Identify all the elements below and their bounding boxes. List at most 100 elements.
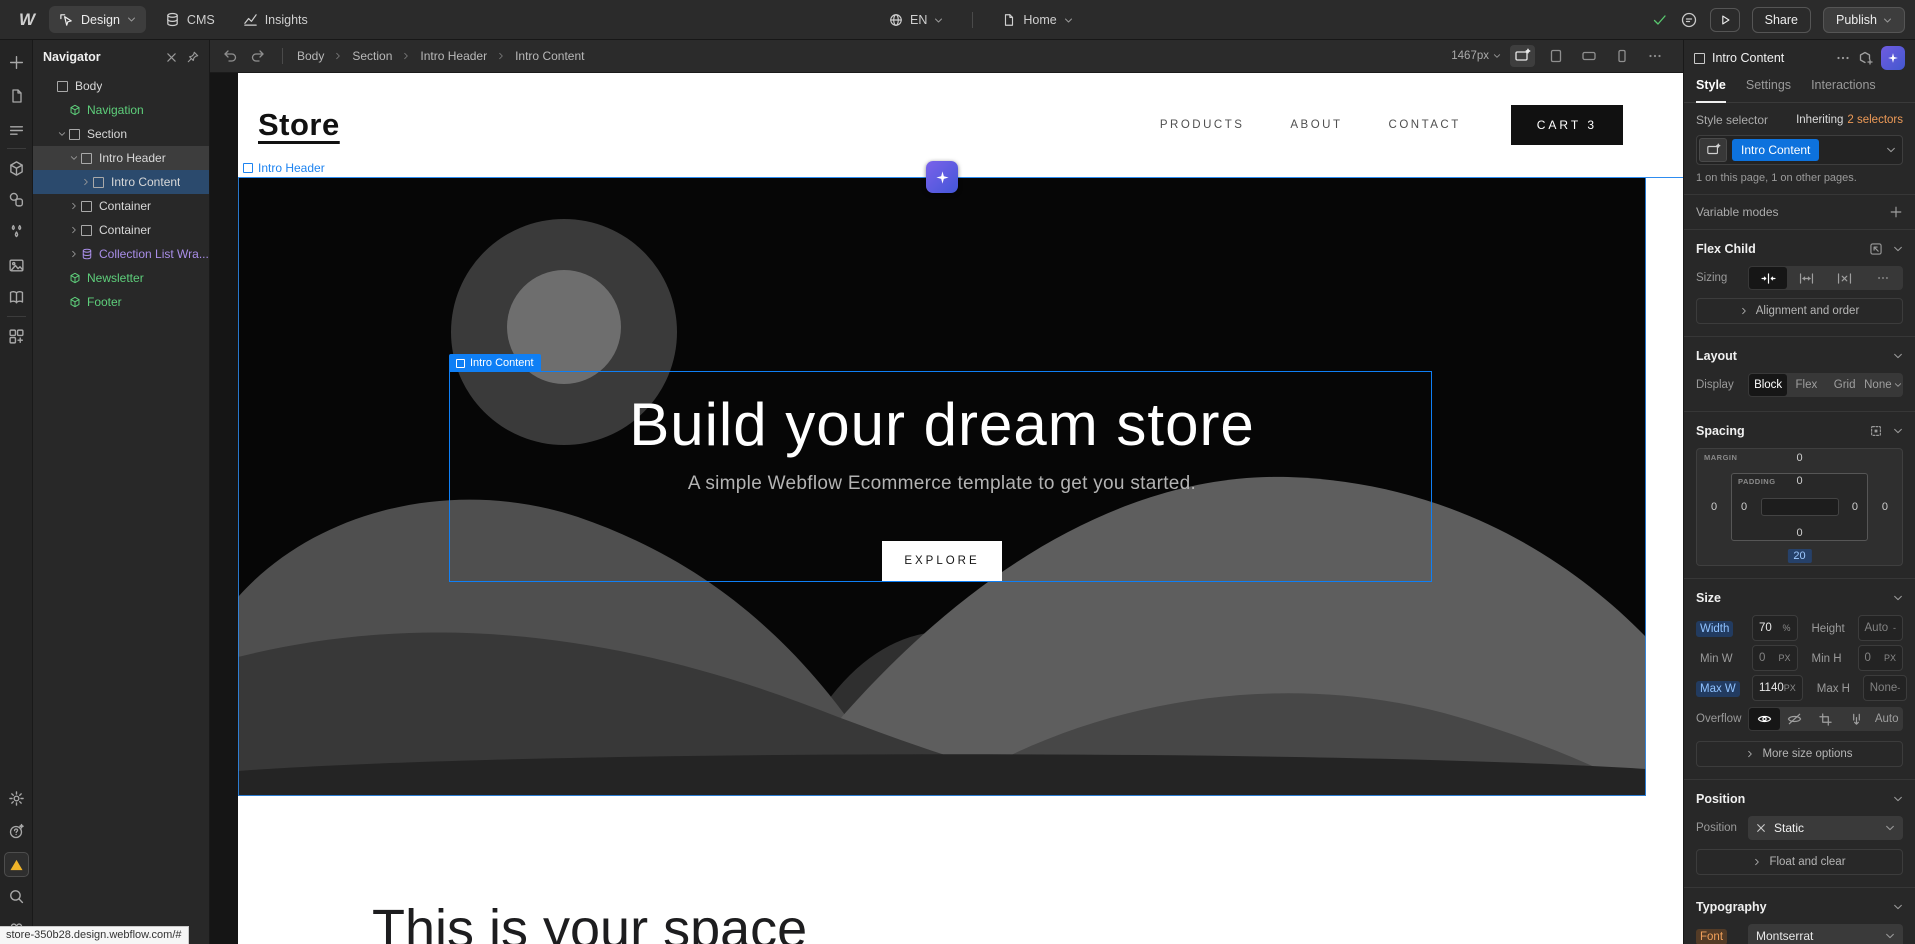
breakpoint-tablet-icon[interactable] bbox=[1544, 45, 1568, 67]
clear-x-icon[interactable] bbox=[1756, 823, 1766, 833]
chevron-down-icon[interactable] bbox=[1893, 351, 1903, 361]
navigator-item-intro-content[interactable]: Intro Content bbox=[33, 170, 209, 194]
position-dropdown[interactable]: Static bbox=[1748, 816, 1903, 840]
next-section-heading[interactable]: This is your space bbox=[372, 898, 807, 944]
chevron-right-icon[interactable] bbox=[67, 202, 81, 210]
chevron-down-icon[interactable] bbox=[1893, 244, 1903, 254]
publish-button[interactable]: Publish bbox=[1823, 7, 1905, 33]
chevron-right-icon[interactable] bbox=[67, 250, 81, 258]
min-width-label[interactable]: Min W bbox=[1696, 649, 1748, 667]
height-label[interactable]: Height bbox=[1802, 619, 1854, 637]
navigator-panel-icon[interactable] bbox=[0, 122, 33, 139]
variables-drops-icon[interactable] bbox=[0, 223, 33, 240]
undo-icon[interactable] bbox=[222, 48, 238, 64]
sizing-none-icon[interactable] bbox=[1826, 267, 1864, 289]
min-height-label[interactable]: Min H bbox=[1802, 649, 1854, 667]
navigator-item-section[interactable]: Section bbox=[33, 122, 209, 146]
display-flex-option[interactable]: Flex bbox=[1787, 374, 1825, 396]
style-selector-field[interactable]: Intro Content bbox=[1696, 135, 1903, 165]
flex-child-align-icon[interactable] bbox=[1869, 242, 1883, 256]
margin-top-value[interactable]: 0 bbox=[1796, 452, 1802, 464]
site-logo[interactable]: Store bbox=[258, 107, 340, 143]
tab-settings[interactable]: Settings bbox=[1746, 76, 1791, 102]
sizing-grow-icon[interactable] bbox=[1787, 267, 1825, 289]
insights-button[interactable]: Insights bbox=[234, 6, 317, 33]
overflow-hidden-eye-slash-icon[interactable] bbox=[1780, 708, 1811, 730]
breakpoint-desktop-icon[interactable] bbox=[1510, 45, 1535, 67]
padding-right-value[interactable]: 0 bbox=[1852, 501, 1858, 513]
sizing-shrink-icon[interactable] bbox=[1749, 267, 1787, 289]
breadcrumb-item[interactable]: Body bbox=[297, 49, 324, 63]
style-panel-icon[interactable] bbox=[0, 191, 33, 208]
padding-bottom-value[interactable]: 0 bbox=[1796, 527, 1802, 539]
overflow-clip-icon[interactable] bbox=[1810, 708, 1841, 730]
navigator-item-container-1[interactable]: Container bbox=[33, 194, 209, 218]
close-icon[interactable] bbox=[166, 52, 177, 63]
chevron-down-icon[interactable] bbox=[1893, 593, 1903, 603]
breakpoint-phone-portrait-icon[interactable] bbox=[1610, 45, 1634, 67]
breadcrumb-item[interactable]: Section bbox=[352, 49, 392, 63]
hero-section[interactable]: Build your dream store A simple Webflow … bbox=[238, 177, 1646, 796]
navigator-item-footer[interactable]: Footer bbox=[33, 290, 209, 314]
more-size-options-button[interactable]: More size options bbox=[1696, 741, 1903, 767]
navigator-item-body[interactable]: Body bbox=[33, 74, 209, 98]
search-icon[interactable] bbox=[0, 888, 33, 905]
chevron-down-icon[interactable] bbox=[55, 130, 69, 138]
libraries-icon[interactable] bbox=[0, 289, 33, 306]
font-dropdown[interactable]: Montserrat bbox=[1748, 924, 1903, 944]
add-variable-mode-icon[interactable] bbox=[1889, 205, 1903, 219]
chevron-right-icon[interactable] bbox=[67, 226, 81, 234]
hero-heading[interactable]: Build your dream store bbox=[238, 390, 1646, 459]
spacing-settings-icon[interactable] bbox=[1869, 424, 1883, 438]
overflow-scroll-icon[interactable] bbox=[1841, 708, 1872, 730]
padding-left-value[interactable]: 0 bbox=[1741, 501, 1747, 513]
font-label[interactable]: Font bbox=[1696, 927, 1748, 944]
page-switcher[interactable]: Home bbox=[993, 7, 1081, 33]
upgrade-warning-button[interactable] bbox=[4, 852, 29, 877]
site-nav-link-about[interactable]: ABOUT bbox=[1290, 119, 1342, 131]
help-icon[interactable] bbox=[0, 822, 33, 840]
tab-style[interactable]: Style bbox=[1696, 76, 1726, 102]
margin-bottom-value[interactable]: 20 bbox=[1787, 549, 1811, 563]
design-mode-button[interactable]: Design bbox=[49, 6, 146, 33]
redo-icon[interactable] bbox=[250, 48, 266, 64]
height-input[interactable]: Auto- bbox=[1858, 615, 1904, 641]
min-height-input[interactable]: 0PX bbox=[1858, 645, 1904, 671]
apps-icon[interactable] bbox=[0, 328, 33, 345]
more-breakpoints-icon[interactable] bbox=[1643, 45, 1667, 67]
navigator-item-container-2[interactable]: Container bbox=[33, 218, 209, 242]
width-input[interactable]: 70% bbox=[1752, 615, 1798, 641]
max-width-unit[interactable]: PX bbox=[1784, 683, 1796, 693]
padding-top-value[interactable]: 0 bbox=[1796, 475, 1802, 487]
chevron-down-icon[interactable] bbox=[67, 154, 81, 162]
site-nav-link-products[interactable]: PRODUCTS bbox=[1160, 119, 1245, 131]
share-button[interactable]: Share bbox=[1752, 7, 1811, 33]
selector-class-pill[interactable]: Intro Content bbox=[1732, 139, 1819, 161]
breadcrumb-item[interactable]: Intro Content bbox=[515, 49, 584, 63]
add-elements-icon[interactable] bbox=[0, 54, 33, 71]
navigator-item-navigation[interactable]: Navigation bbox=[33, 98, 209, 122]
preview-button[interactable] bbox=[1710, 8, 1740, 32]
ai-assistant-button[interactable] bbox=[926, 161, 958, 193]
hero-subtitle[interactable]: A simple Webflow Ecommerce template to g… bbox=[238, 473, 1646, 495]
chevron-right-icon[interactable] bbox=[79, 178, 93, 186]
chevron-down-icon[interactable] bbox=[1893, 902, 1903, 912]
more-options-icon[interactable] bbox=[1835, 50, 1851, 66]
comments-icon[interactable] bbox=[1680, 11, 1698, 29]
chevron-down-icon[interactable] bbox=[1893, 426, 1903, 436]
display-none-option[interactable]: None bbox=[1864, 374, 1902, 396]
alignment-order-button[interactable]: Alignment and order bbox=[1696, 298, 1903, 324]
margin-right-value[interactable]: 0 bbox=[1882, 501, 1888, 513]
max-width-input[interactable]: 1140PX bbox=[1752, 675, 1803, 701]
height-unit[interactable]: - bbox=[1893, 623, 1896, 633]
components-icon[interactable] bbox=[0, 160, 33, 177]
breadcrumb-item[interactable]: Intro Header bbox=[420, 49, 487, 63]
navigator-item-newsletter[interactable]: Newsletter bbox=[33, 266, 209, 290]
spacing-center-box[interactable] bbox=[1761, 498, 1839, 516]
chevron-down-icon[interactable] bbox=[1893, 794, 1903, 804]
float-clear-button[interactable]: Float and clear bbox=[1696, 849, 1903, 875]
max-width-label[interactable]: Max W bbox=[1696, 679, 1748, 697]
assets-icon[interactable] bbox=[0, 257, 33, 274]
display-grid-option[interactable]: Grid bbox=[1826, 374, 1864, 396]
width-unit[interactable]: % bbox=[1782, 623, 1790, 633]
